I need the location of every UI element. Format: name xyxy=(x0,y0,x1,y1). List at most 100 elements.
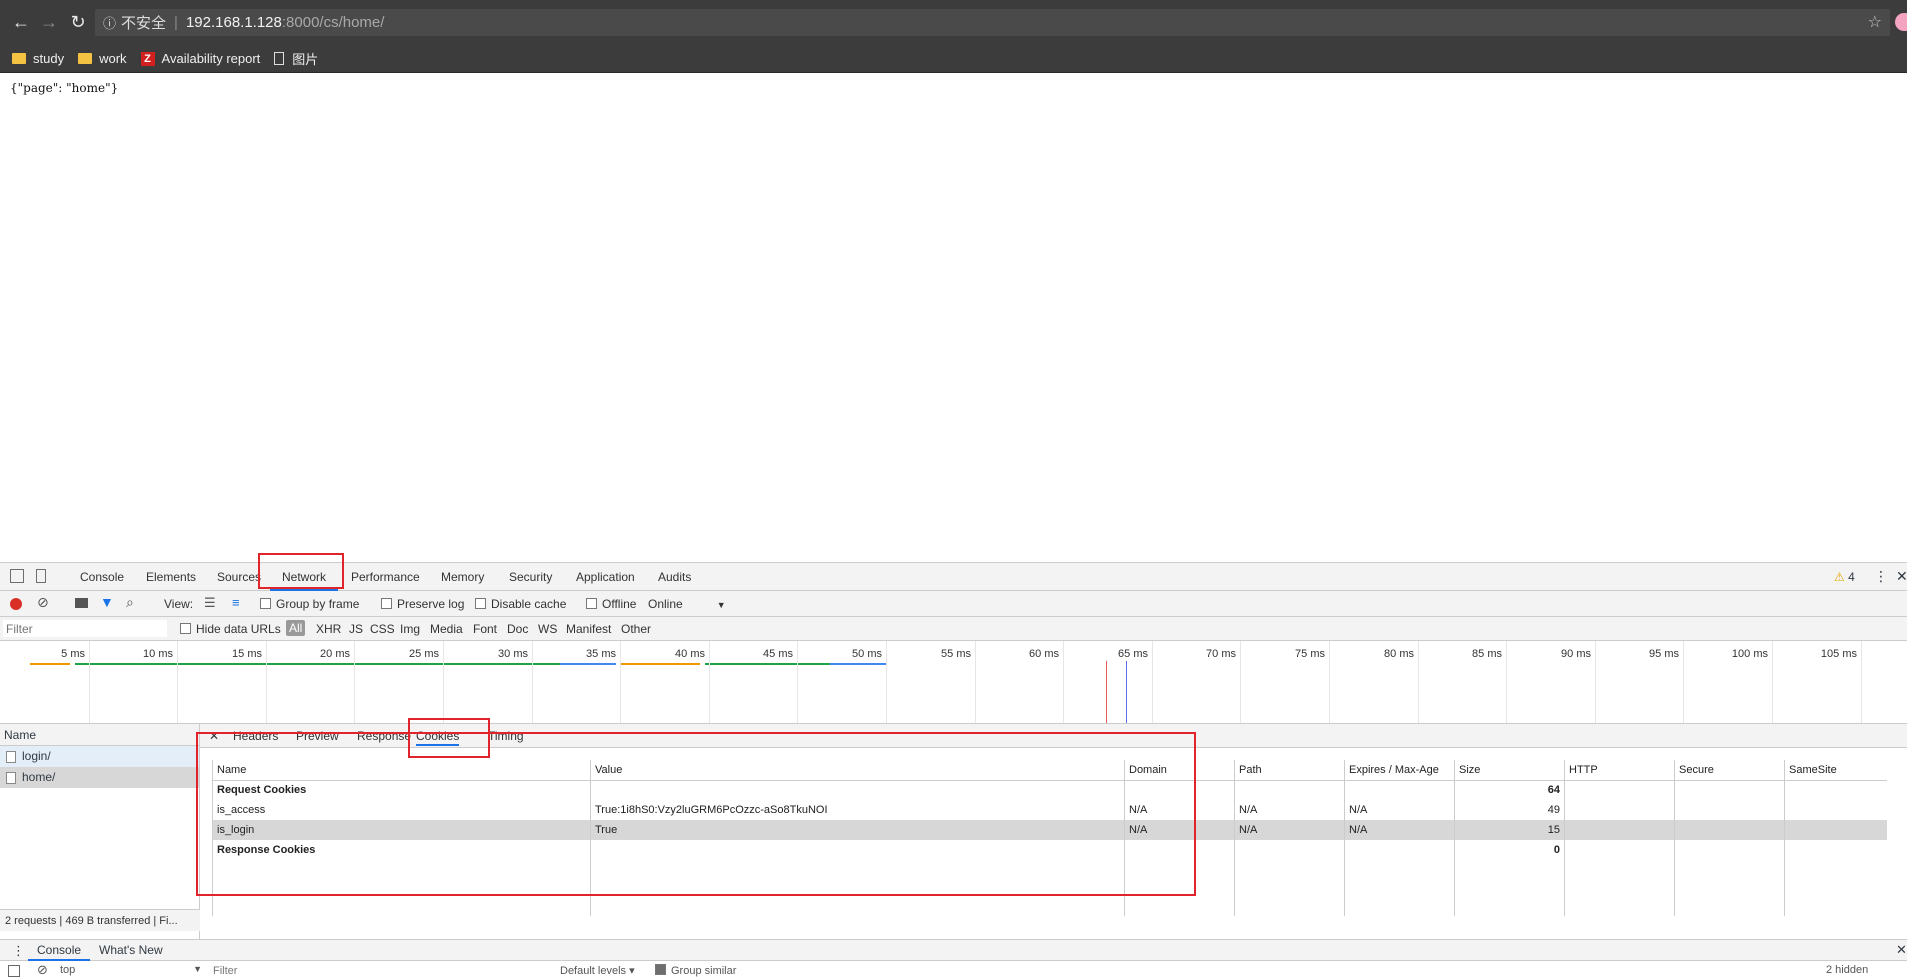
timeline-tick-label: 105 ms xyxy=(1820,648,1857,660)
empty-cell xyxy=(1344,780,1455,800)
filter-type-manifest[interactable]: Manifest xyxy=(566,622,611,636)
column-header-expires[interactable]: Expires / Max-Age xyxy=(1344,760,1455,781)
back-arrow-icon[interactable]: ← xyxy=(9,10,33,34)
cookie-http xyxy=(1564,820,1675,840)
column-header-http[interactable]: HTTP xyxy=(1564,760,1675,781)
hide-data-urls-checkbox[interactable]: Hide data URLs xyxy=(180,622,281,636)
empty-cell xyxy=(1234,840,1345,860)
disable-cache-checkbox[interactable]: Disable cache xyxy=(475,597,566,611)
filter-type-media[interactable]: Media xyxy=(430,622,463,636)
info-icon[interactable]: ⓘ xyxy=(103,13,116,32)
column-header-samesite[interactable]: SameSite xyxy=(1784,760,1887,781)
close-drawer-icon[interactable]: ✕ xyxy=(1896,942,1907,958)
group-by-frame-checkbox[interactable]: Group by frame xyxy=(260,597,359,611)
bookmark-label: Availability report xyxy=(161,51,261,66)
console-filter-input[interactable] xyxy=(213,964,553,977)
z-icon: Z xyxy=(140,51,155,66)
warning-count: 4 xyxy=(1848,570,1855,584)
tab-console[interactable]: Console xyxy=(80,563,124,591)
tab-application[interactable]: Application xyxy=(576,563,635,591)
profile-avatar[interactable] xyxy=(1895,13,1907,31)
folder-icon xyxy=(78,53,93,64)
log-levels-select[interactable]: Default levels ▾ xyxy=(560,964,635,977)
drawer-menu-icon[interactable]: ⋮ xyxy=(12,943,25,959)
clear-icon[interactable]: ⊘ xyxy=(37,594,49,611)
checkbox-icon xyxy=(260,598,271,609)
request-row-login[interactable]: login/ xyxy=(0,746,199,767)
tab-sources[interactable]: Sources xyxy=(217,563,261,591)
domcontentloaded-marker xyxy=(1126,661,1127,723)
filter-type-xhr[interactable]: XHR xyxy=(316,622,341,636)
request-detail-pane: ✕ Headers Preview Response Cookies Timin… xyxy=(196,718,1907,934)
bookmark-availability-report[interactable]: Z Availability report xyxy=(140,51,261,66)
filter-input[interactable] xyxy=(3,620,167,637)
more-options-icon[interactable]: ⋮ xyxy=(1874,568,1888,585)
bookmark-label: 图片 xyxy=(292,52,319,67)
bookmark-study[interactable]: study xyxy=(12,51,64,66)
filter-type-ws[interactable]: WS xyxy=(538,622,557,636)
load-event-marker xyxy=(1106,661,1107,723)
preserve-log-checkbox[interactable]: Preserve log xyxy=(381,597,464,611)
tab-performance[interactable]: Performance xyxy=(351,563,420,591)
bookmark-images[interactable]: 图片 xyxy=(274,49,318,68)
timeline-tick-label: 35 ms xyxy=(586,648,616,660)
tab-elements[interactable]: Elements xyxy=(146,563,196,591)
highlight-cookies-table xyxy=(196,732,1196,896)
context-select[interactable]: top ▼ xyxy=(60,964,202,976)
filter-type-other[interactable]: Other xyxy=(621,622,651,636)
device-toolbar-icon[interactable] xyxy=(36,569,46,583)
filter-type-js[interactable]: JS xyxy=(349,622,363,636)
waterfall-view-icon[interactable]: ≡ xyxy=(232,595,240,610)
filter-icon[interactable]: ▼ xyxy=(100,594,114,610)
console-toolbar: ⊘ top ▼ Default levels ▾ Group similar 2 … xyxy=(0,961,1907,977)
forward-arrow-icon[interactable]: → xyxy=(37,10,61,34)
filter-type-font[interactable]: Font xyxy=(473,622,497,636)
checkbox-label: Offline xyxy=(602,597,637,611)
drawer-tab-whats-new[interactable]: What's New xyxy=(99,940,163,961)
throttling-select[interactable]: Online ▼ xyxy=(648,597,726,611)
timeline-gridline xyxy=(266,641,267,723)
console-sidebar-icon[interactable] xyxy=(8,965,20,977)
large-rows-icon[interactable]: ☰ xyxy=(204,595,216,611)
timeline-tick-label: 15 ms xyxy=(232,648,262,660)
group-similar-checkbox[interactable]: Group similar xyxy=(655,964,736,977)
filter-type-all[interactable]: All xyxy=(286,620,306,636)
column-header-secure[interactable]: Secure xyxy=(1674,760,1785,781)
warning-indicator[interactable]: ⚠ 4 xyxy=(1834,570,1855,584)
empty-cell xyxy=(1564,860,1675,916)
address-bar[interactable]: ⓘ 不安全 | 192.168.1.128:8000/cs/home/ ☆ xyxy=(95,9,1890,36)
timeline-gridline xyxy=(797,641,798,723)
drawer-tab-console[interactable]: Console xyxy=(28,940,91,961)
search-icon[interactable]: ⌕ xyxy=(126,594,134,611)
filter-type-doc[interactable]: Doc xyxy=(507,622,528,636)
offline-checkbox[interactable]: Offline xyxy=(586,597,636,611)
request-row-home[interactable]: home/ xyxy=(0,767,199,788)
tab-security[interactable]: Security xyxy=(509,563,552,591)
network-overview-timeline[interactable]: 5 ms 10 ms 15 ms 20 ms 25 ms 30 ms 35 ms 40 ms 4… xyxy=(0,641,1907,724)
group-size: 0 xyxy=(1454,840,1565,860)
chevron-down-icon: ▼ xyxy=(193,964,202,974)
record-icon[interactable] xyxy=(10,598,22,610)
bookmark-work[interactable]: work xyxy=(78,51,127,66)
clear-console-icon[interactable]: ⊘ xyxy=(37,962,48,977)
screenshot-camera-icon[interactable] xyxy=(75,598,88,608)
timeline-tick-label: 20 ms xyxy=(320,648,350,660)
column-header-size[interactable]: Size xyxy=(1454,760,1565,781)
filter-type-img[interactable]: Img xyxy=(400,622,420,636)
column-header-path[interactable]: Path xyxy=(1234,760,1345,781)
filter-type-css[interactable]: CSS xyxy=(370,622,395,636)
cookie-path: N/A xyxy=(1234,800,1345,820)
timing-bar-waiting xyxy=(30,663,70,665)
close-devtools-icon[interactable]: ✕ xyxy=(1896,568,1907,585)
empty-cell xyxy=(1784,840,1887,860)
tab-audits[interactable]: Audits xyxy=(658,563,691,591)
cookie-secure xyxy=(1674,800,1785,820)
inspect-element-icon[interactable] xyxy=(10,569,24,583)
request-list-header[interactable]: Name xyxy=(0,724,199,746)
url-separator: | xyxy=(174,14,178,31)
bookmark-star-icon[interactable]: ☆ xyxy=(1868,12,1882,32)
reload-icon[interactable]: ↻ xyxy=(66,10,90,34)
timeline-gridline xyxy=(1506,641,1507,723)
tab-memory[interactable]: Memory xyxy=(441,563,484,591)
timeline-tick-label: 100 ms xyxy=(1731,648,1768,660)
